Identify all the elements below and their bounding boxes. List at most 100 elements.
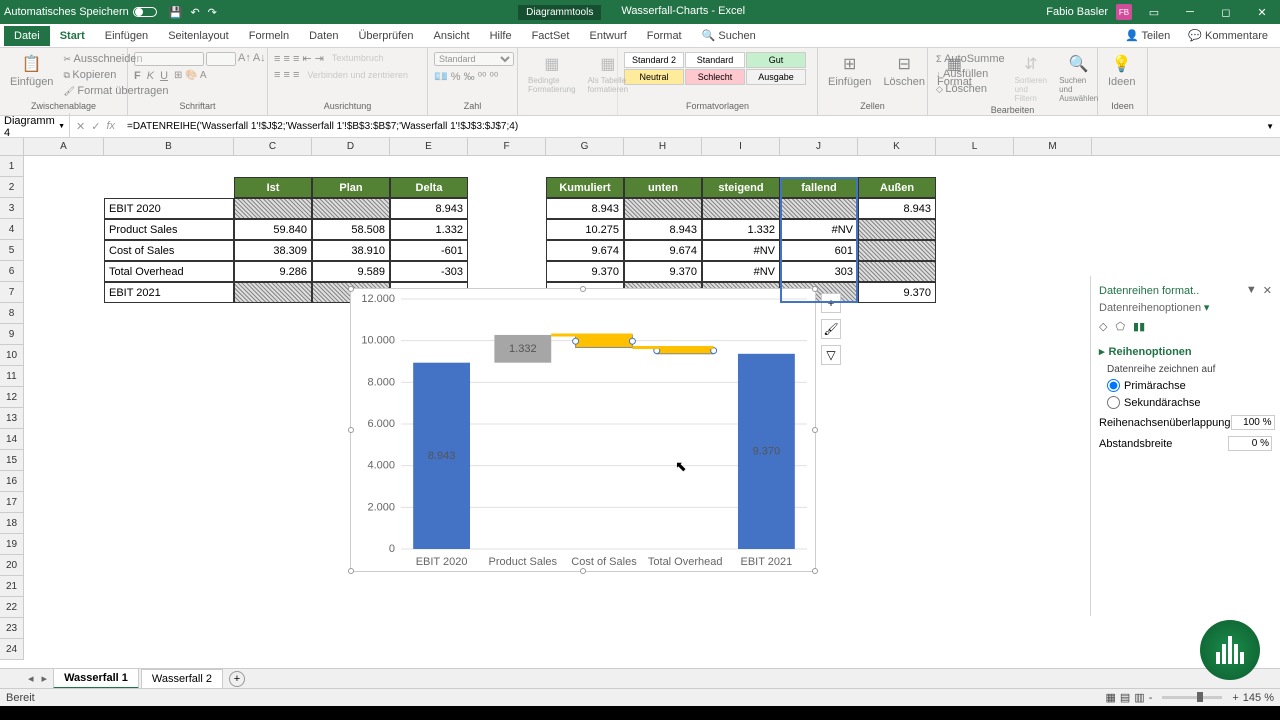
- taskpane-dropdown-icon[interactable]: ▼: [1246, 284, 1257, 297]
- cell[interactable]: 9.674: [546, 240, 624, 261]
- row-header[interactable]: 21: [0, 576, 23, 597]
- cell[interactable]: 58.508: [312, 219, 390, 240]
- fill-button[interactable]: ↓ Ausfüllen: [934, 67, 1007, 81]
- insert-cells-button[interactable]: ⊞Einfügen: [824, 52, 875, 90]
- row-header[interactable]: 19: [0, 534, 23, 555]
- paste-button[interactable]: 📋Einfügen: [6, 52, 57, 90]
- chart-styles-icon[interactable]: 🖌: [821, 319, 841, 339]
- column-header[interactable]: D: [312, 138, 390, 155]
- cell[interactable]: 1.332: [702, 219, 780, 240]
- tab-design[interactable]: Entwurf: [579, 26, 636, 46]
- fill-line-icon[interactable]: ◇: [1099, 320, 1107, 333]
- tab-factset[interactable]: FactSet: [522, 26, 580, 46]
- user-avatar[interactable]: FB: [1116, 4, 1132, 20]
- cell[interactable]: #NV: [702, 240, 780, 261]
- cell[interactable]: fallend: [780, 177, 858, 198]
- column-header[interactable]: H: [624, 138, 702, 155]
- cell[interactable]: Außen: [858, 177, 936, 198]
- share-button[interactable]: 👤 Teilen: [1117, 25, 1178, 46]
- cell[interactable]: [234, 198, 312, 219]
- cell[interactable]: 8.943: [858, 198, 936, 219]
- search-button[interactable]: 🔍 Suchen: [692, 25, 766, 46]
- cell[interactable]: 9.370: [624, 261, 702, 282]
- taskpane-close-icon[interactable]: ✕: [1263, 284, 1272, 297]
- cell[interactable]: [858, 261, 936, 282]
- cell[interactable]: [312, 198, 390, 219]
- zoom-out-icon[interactable]: -: [1149, 692, 1153, 704]
- find-select-button[interactable]: 🔍Suchen und Auswählen: [1055, 52, 1102, 105]
- column-header[interactable]: E: [390, 138, 468, 155]
- cell[interactable]: Delta: [390, 177, 468, 198]
- row-header[interactable]: 5: [0, 240, 23, 261]
- row-header[interactable]: 15: [0, 450, 23, 471]
- cell[interactable]: [858, 240, 936, 261]
- cell[interactable]: Kumuliert: [546, 177, 624, 198]
- zoom-in-icon[interactable]: +: [1232, 692, 1238, 704]
- cell[interactable]: #NV: [780, 219, 858, 240]
- row-header[interactable]: 2: [0, 177, 23, 198]
- gap-input[interactable]: [1228, 436, 1272, 451]
- cell[interactable]: 59.840: [234, 219, 312, 240]
- chart-filter-icon[interactable]: ▽: [821, 345, 841, 365]
- page-break-view-icon[interactable]: ▥: [1134, 691, 1144, 704]
- cell[interactable]: [858, 219, 936, 240]
- ribbon-display-icon[interactable]: ▭: [1140, 0, 1168, 24]
- zoom-level[interactable]: 145 %: [1243, 692, 1274, 704]
- expand-formula-icon[interactable]: ▼: [1260, 122, 1280, 131]
- select-all-corner[interactable]: [0, 138, 24, 156]
- column-header[interactable]: C: [234, 138, 312, 155]
- row-header[interactable]: 3: [0, 198, 23, 219]
- tab-insert[interactable]: Einfügen: [95, 26, 158, 46]
- cell[interactable]: 38.910: [312, 240, 390, 261]
- cell[interactable]: Total Overhead: [104, 261, 234, 282]
- tab-format[interactable]: Format: [637, 26, 692, 46]
- cell[interactable]: -303: [390, 261, 468, 282]
- row-header[interactable]: 11: [0, 366, 23, 387]
- cell[interactable]: 8.943: [546, 198, 624, 219]
- column-header[interactable]: A: [24, 138, 104, 155]
- cell[interactable]: 601: [780, 240, 858, 261]
- save-icon[interactable]: 💾: [169, 6, 183, 19]
- cell[interactable]: 8.943: [624, 219, 702, 240]
- cell[interactable]: 9.674: [624, 240, 702, 261]
- cell[interactable]: #NV: [702, 261, 780, 282]
- row-header[interactable]: 22: [0, 597, 23, 618]
- row-header[interactable]: 14: [0, 429, 23, 450]
- cell[interactable]: Product Sales: [104, 219, 234, 240]
- cell[interactable]: [702, 198, 780, 219]
- undo-icon[interactable]: ↶: [190, 6, 199, 19]
- cell[interactable]: 9.286: [234, 261, 312, 282]
- column-header[interactable]: K: [858, 138, 936, 155]
- row-header[interactable]: 16: [0, 471, 23, 492]
- row-header[interactable]: 17: [0, 492, 23, 513]
- row-header[interactable]: 12: [0, 387, 23, 408]
- row-header[interactable]: 23: [0, 618, 23, 639]
- cell[interactable]: Plan: [312, 177, 390, 198]
- cell[interactable]: unten: [624, 177, 702, 198]
- add-sheet-button[interactable]: +: [229, 671, 245, 687]
- maximize-icon[interactable]: ◻: [1212, 0, 1240, 24]
- row-header[interactable]: 6: [0, 261, 23, 282]
- series-options-icon[interactable]: ▮▮: [1133, 320, 1145, 333]
- row-header[interactable]: 9: [0, 324, 23, 345]
- tab-data[interactable]: Daten: [299, 26, 348, 46]
- redo-icon[interactable]: ↷: [208, 6, 217, 19]
- cell[interactable]: -601: [390, 240, 468, 261]
- chart-add-element-icon[interactable]: +: [821, 293, 841, 313]
- close-icon[interactable]: ✕: [1248, 0, 1276, 24]
- normal-view-icon[interactable]: ▦: [1105, 691, 1115, 704]
- cell[interactable]: [624, 198, 702, 219]
- column-header[interactable]: M: [1014, 138, 1092, 155]
- row-header[interactable]: 8: [0, 303, 23, 324]
- fx-icon[interactable]: fx: [106, 120, 115, 133]
- cell[interactable]: 10.275: [546, 219, 624, 240]
- cell[interactable]: Ist: [234, 177, 312, 198]
- tab-view[interactable]: Ansicht: [423, 26, 479, 46]
- sheet-nav-last-icon[interactable]: ▸: [38, 670, 52, 687]
- user-name[interactable]: Fabio Basler: [1046, 6, 1108, 18]
- primary-axis-radio[interactable]: Primärachse: [1099, 379, 1272, 392]
- minimize-icon[interactable]: ─: [1176, 0, 1204, 24]
- waterfall-chart[interactable]: + 🖌 ▽ 02.0004.0006.0008.00010.00012.0008…: [350, 288, 816, 572]
- cell[interactable]: 38.309: [234, 240, 312, 261]
- comments-button[interactable]: 💬 Kommentare: [1180, 25, 1276, 46]
